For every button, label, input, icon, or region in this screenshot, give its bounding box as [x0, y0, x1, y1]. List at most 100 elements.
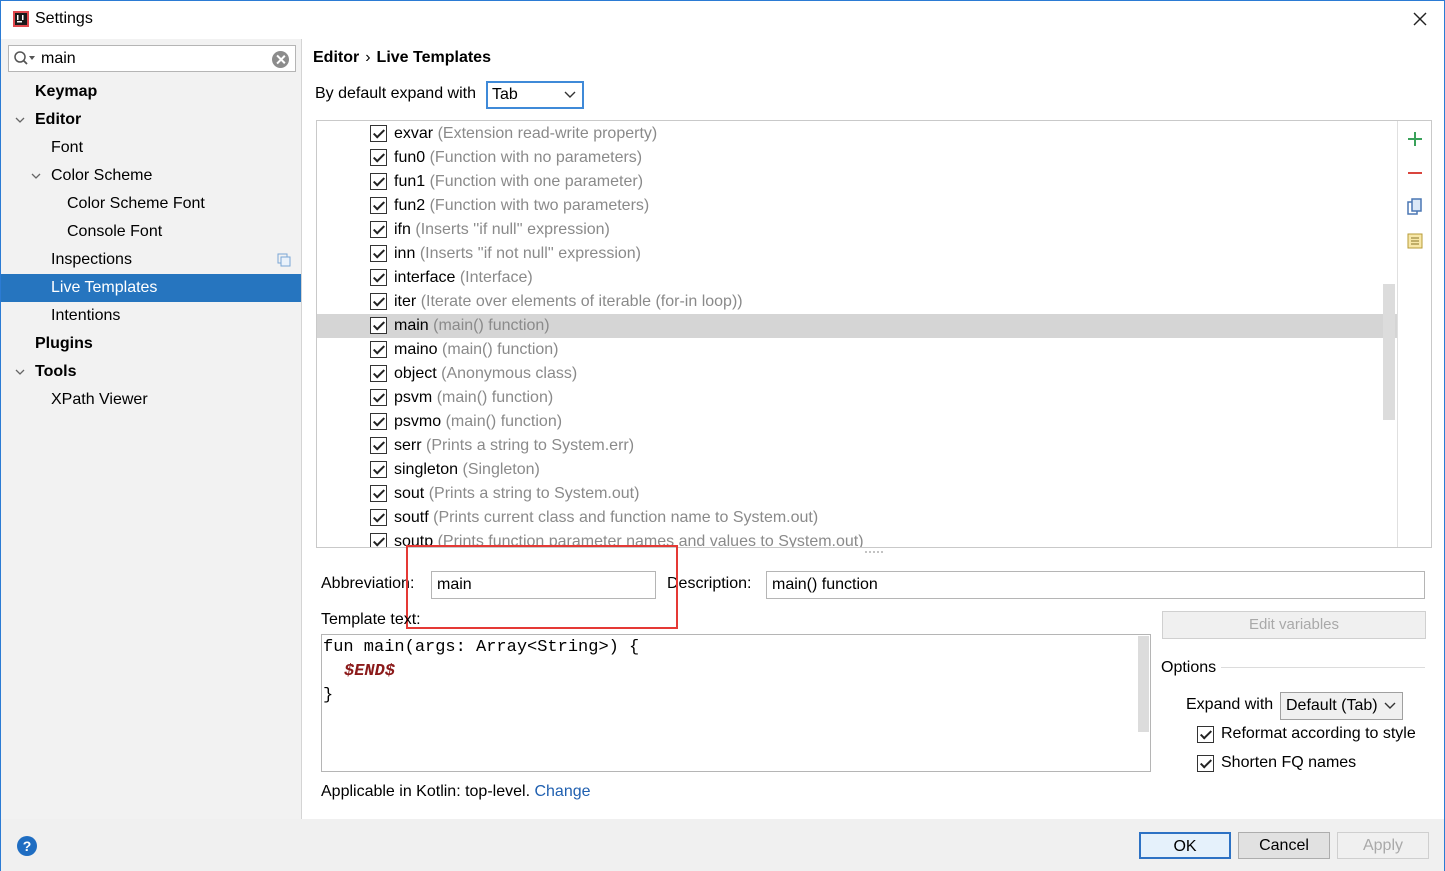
remove-icon[interactable]	[1405, 163, 1425, 183]
template-row[interactable]: interface (Interface)	[317, 266, 1397, 290]
edit-variables-button[interactable]: Edit variables	[1162, 611, 1426, 639]
default-expand-label: By default expand with	[315, 85, 476, 102]
ok-button[interactable]: OK	[1139, 832, 1231, 859]
template-enabled-checkbox[interactable]	[370, 149, 387, 166]
search-icon[interactable]	[13, 50, 37, 68]
expand-with-select[interactable]: Default (Tab)	[1280, 692, 1403, 720]
template-enabled-checkbox[interactable]	[370, 221, 387, 238]
templates-list-scrollbar[interactable]	[1383, 284, 1395, 420]
clear-search-icon[interactable]	[272, 51, 289, 68]
template-row[interactable]: fun0 (Function with no parameters)	[317, 146, 1397, 170]
template-description: (main() function)	[442, 341, 559, 358]
description-label: Description:	[667, 575, 752, 592]
tree-item-tools[interactable]: Tools	[1, 358, 301, 386]
abbreviation-field[interactable]	[431, 571, 656, 599]
template-enabled-checkbox[interactable]	[370, 461, 387, 478]
template-row[interactable]: psvm (main() function)	[317, 386, 1397, 410]
splitter-grip-icon[interactable]	[863, 549, 885, 555]
tree-item-label: Editor	[35, 111, 82, 128]
template-enabled-checkbox[interactable]	[370, 533, 387, 547]
template-enabled-checkbox[interactable]	[370, 365, 387, 382]
tree-item-inspections[interactable]: Inspections	[1, 246, 301, 274]
template-row[interactable]: psvmo (main() function)	[317, 410, 1397, 434]
change-context-link[interactable]: Change	[534, 783, 590, 800]
shorten-fq-checkbox[interactable]	[1197, 755, 1214, 772]
template-text-scrollbar[interactable]	[1138, 636, 1149, 732]
template-row[interactable]: object (Anonymous class)	[317, 362, 1397, 386]
template-enabled-checkbox[interactable]	[370, 269, 387, 286]
tree-item-xpath-viewer[interactable]: XPath Viewer	[1, 386, 301, 414]
template-text-editor[interactable]: fun main(args: Array<String>) { $END$ }	[321, 634, 1151, 772]
template-row[interactable]: main (main() function)	[317, 314, 1397, 338]
breadcrumb: Editor › Live Templates	[313, 49, 491, 67]
template-enabled-checkbox[interactable]	[370, 389, 387, 406]
template-row[interactable]: soutf (Prints current class and function…	[317, 506, 1397, 530]
cancel-button[interactable]: Cancel	[1238, 832, 1330, 859]
template-row[interactable]: ifn (Inserts ''if null'' expression)	[317, 218, 1397, 242]
template-row-label: main (main() function)	[394, 314, 550, 338]
chevron-down-icon[interactable]	[15, 367, 25, 377]
applicable-context: Applicable in Kotlin: top-level. Change	[321, 783, 591, 801]
template-enabled-checkbox[interactable]	[370, 293, 387, 310]
tree-item-color-scheme-font[interactable]: Color Scheme Font	[1, 190, 301, 218]
template-row[interactable]: exvar (Extension read-write property)	[317, 122, 1397, 146]
template-row-label: fun1 (Function with one parameter)	[394, 170, 643, 194]
template-line: }	[323, 686, 334, 705]
template-enabled-checkbox[interactable]	[370, 125, 387, 142]
template-enabled-checkbox[interactable]	[370, 413, 387, 430]
settings-window: Settings Keymap Editor Font	[0, 0, 1445, 871]
template-description: (Prints current class and function name …	[433, 509, 819, 526]
template-line: fun main(args: Array<String>) {	[323, 638, 640, 657]
template-enabled-checkbox[interactable]	[370, 317, 387, 334]
template-row-label: fun0 (Function with no parameters)	[394, 146, 642, 170]
tree-item-intentions[interactable]: Intentions	[1, 302, 301, 330]
applicable-text: Applicable in Kotlin: top-level.	[321, 783, 531, 800]
template-description: (Prints a string to System.out)	[428, 485, 640, 502]
template-row[interactable]: maino (main() function)	[317, 338, 1397, 362]
template-row[interactable]: fun2 (Function with two parameters)	[317, 194, 1397, 218]
template-enabled-checkbox[interactable]	[370, 245, 387, 262]
tree-item-keymap[interactable]: Keymap	[1, 78, 301, 106]
tree-item-live-templates[interactable]: Live Templates	[1, 274, 301, 302]
template-row[interactable]: inn (Inserts ''if not null'' expression)	[317, 242, 1397, 266]
template-row[interactable]: serr (Prints a string to System.err)	[317, 434, 1397, 458]
help-icon[interactable]: ?	[17, 836, 37, 856]
reformat-checkbox[interactable]	[1197, 726, 1214, 743]
tree-item-label: Inspections	[51, 251, 132, 268]
description-field[interactable]	[766, 571, 1425, 599]
add-icon[interactable]	[1405, 129, 1425, 149]
template-row[interactable]: singleton (Singleton)	[317, 458, 1397, 482]
template-row-label: maino (main() function)	[394, 338, 559, 362]
template-row[interactable]: sout (Prints a string to System.out)	[317, 482, 1397, 506]
template-description: (Iterate over elements of iterable (for-…	[420, 293, 743, 310]
copy-icon[interactable]	[1405, 197, 1425, 217]
tree-item-console-font[interactable]: Console Font	[1, 218, 301, 246]
templates-list[interactable]: exvar (Extension read-write property) fun…	[317, 121, 1397, 547]
template-enabled-checkbox[interactable]	[370, 509, 387, 526]
tree-item-color-scheme[interactable]: Color Scheme	[1, 162, 301, 190]
template-description: (Interface)	[459, 269, 533, 286]
template-row[interactable]: soutp (Prints function parameter names a…	[317, 530, 1397, 547]
template-description: (Function with no parameters)	[429, 149, 643, 166]
template-enabled-checkbox[interactable]	[370, 197, 387, 214]
template-row[interactable]: iter (Iterate over elements of iterable …	[317, 290, 1397, 314]
apply-button[interactable]: Apply	[1337, 832, 1429, 859]
tree-item-editor[interactable]: Editor	[1, 106, 301, 134]
chevron-down-icon[interactable]	[15, 115, 25, 125]
template-enabled-checkbox[interactable]	[370, 173, 387, 190]
settings-search-box	[8, 45, 296, 72]
template-enabled-checkbox[interactable]	[370, 341, 387, 358]
template-enabled-checkbox[interactable]	[370, 485, 387, 502]
template-row-label: soutp (Prints function parameter names a…	[394, 530, 864, 547]
default-expand-select[interactable]: Tab	[486, 81, 584, 109]
template-abbreviation: soutp	[394, 533, 434, 547]
settings-search-input[interactable]	[41, 49, 261, 69]
template-group-icon[interactable]	[1405, 231, 1425, 251]
chevron-down-icon[interactable]	[31, 171, 41, 181]
template-description: (Inserts ''if null'' expression)	[415, 221, 610, 238]
close-icon[interactable]	[1408, 7, 1432, 31]
tree-item-font[interactable]: Font	[1, 134, 301, 162]
template-enabled-checkbox[interactable]	[370, 437, 387, 454]
tree-item-plugins[interactable]: Plugins	[1, 330, 301, 358]
template-row[interactable]: fun1 (Function with one parameter)	[317, 170, 1397, 194]
